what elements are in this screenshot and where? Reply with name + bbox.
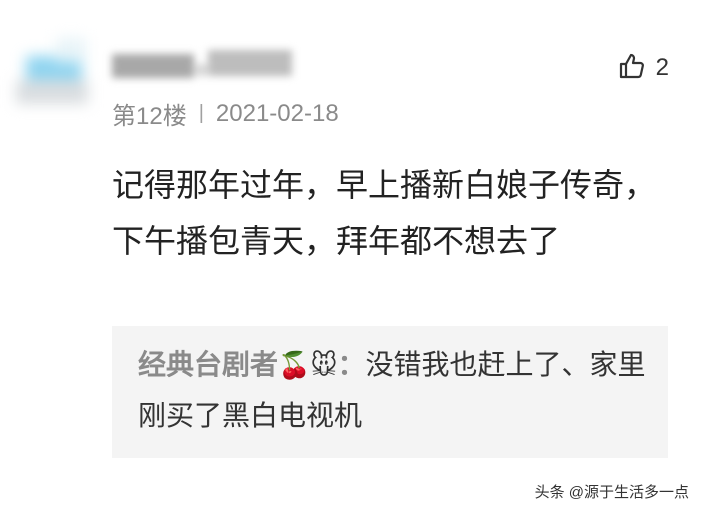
reply-box[interactable]: 经典台剧者🍒🐭：没错我也赶上了、家里刚买了黑白电视机 bbox=[112, 326, 668, 458]
comment-text: 记得那年过年，早上播新白娘子传奇，下午播包青天，拜年都不想去了 bbox=[112, 166, 657, 260]
username-blurred[interactable] bbox=[112, 46, 292, 86]
comment-meta: 第12楼 | 2021-02-18 bbox=[112, 96, 339, 131]
reply-line: 经典台剧者🍒🐭：没错我也赶上了、家里刚买了黑白电视机 bbox=[138, 340, 648, 441]
comment-date: 2021-02-18 bbox=[215, 99, 339, 127]
thumbs-up-icon bbox=[618, 52, 646, 84]
floor-label: 第12楼 bbox=[112, 103, 187, 130]
reply-author[interactable]: 经典台剧者 bbox=[138, 348, 278, 381]
reply-colon: ： bbox=[337, 348, 366, 381]
like-button[interactable]: 2 bbox=[618, 52, 669, 84]
like-count: 2 bbox=[655, 54, 669, 81]
comment-screenshot: 2 第12楼 | 2021-02-18 记得那年过年，早上播新白娘子传奇，下午播… bbox=[0, 0, 703, 516]
watermark: 头条 @源于生活多一点 bbox=[534, 484, 689, 501]
avatar[interactable] bbox=[16, 38, 96, 118]
reply-author-emoji: 🍒🐭 bbox=[278, 351, 338, 381]
meta-separator: | bbox=[198, 102, 204, 124]
